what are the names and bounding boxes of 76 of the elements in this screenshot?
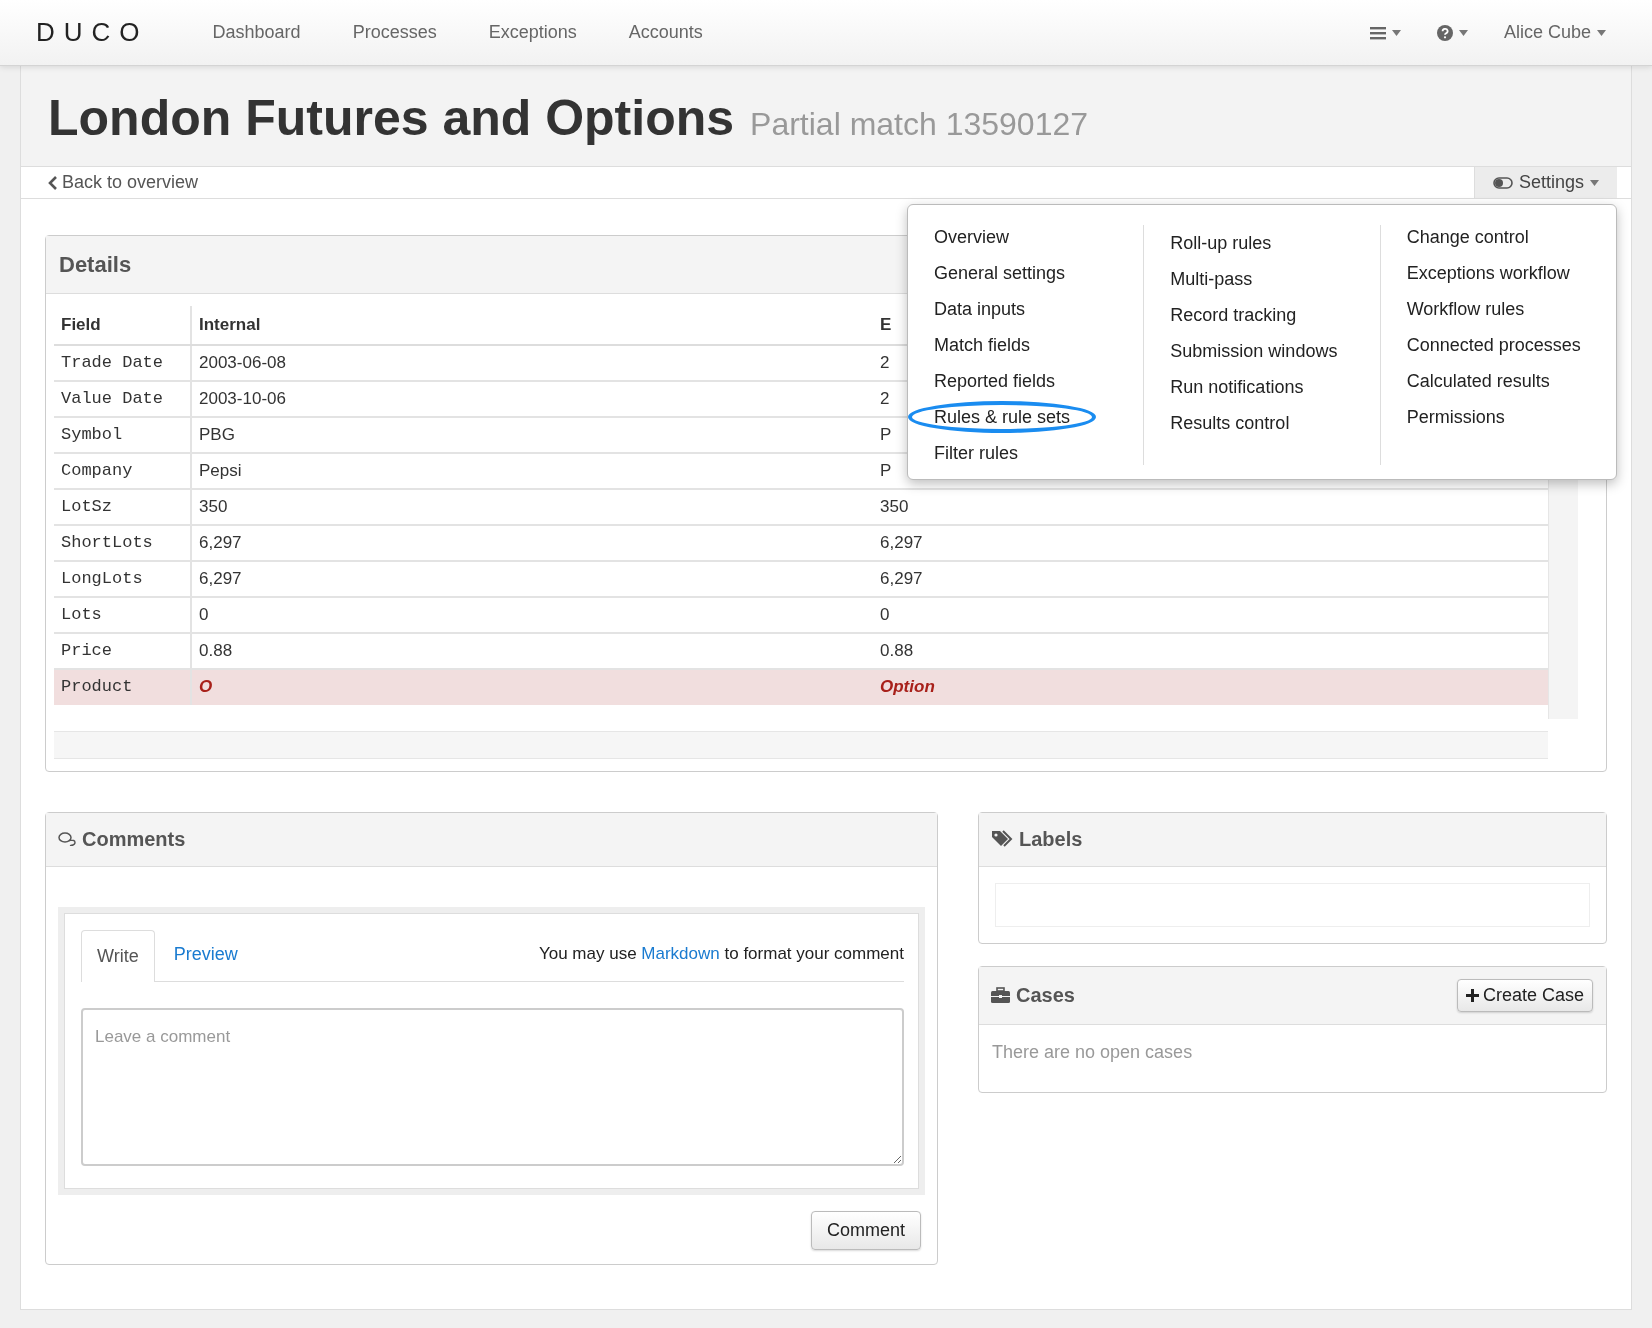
toggle-icon: [1492, 176, 1513, 189]
menu-item[interactable]: Calculated results: [1380, 365, 1576, 397]
column-header: Internal: [191, 306, 873, 345]
empty-message: There are no open cases: [992, 1041, 1193, 1062]
menu-item[interactable]: Record tracking: [1144, 299, 1323, 331]
table-cell: 0: [191, 596, 873, 633]
nav-link[interactable]: Accounts: [602, 19, 729, 46]
table-cell: Trade Date: [54, 344, 191, 381]
nav-link[interactable]: Exceptions: [462, 19, 603, 46]
table-cell: 6,297: [191, 560, 873, 597]
table-cell: 6,297: [873, 524, 1548, 561]
page-subtitle: Partial match 13590127: [750, 105, 1089, 144]
menu-item[interactable]: General settings: [908, 257, 1092, 289]
table-cell: 6,297: [873, 560, 1548, 597]
page-title: London Futures and Options: [48, 89, 735, 148]
table-cell: 0: [873, 596, 1548, 633]
chevron-left-icon: [48, 175, 58, 190]
editor-tab[interactable]: Write: [81, 929, 155, 982]
caret-icon: [1391, 29, 1401, 36]
menu-item[interactable]: Permissions: [1380, 401, 1531, 433]
format-hint: You may use Markdown to format your comment: [538, 943, 904, 966]
menu-item[interactable]: Change control: [1380, 221, 1555, 253]
panel-title: Cases: [1016, 983, 1075, 1008]
panel-title: Labels: [1019, 827, 1083, 852]
menu-item[interactable]: Results control: [1144, 407, 1316, 439]
table-cell: Option: [873, 668, 1548, 705]
menu-item[interactable]: Data inputs: [908, 293, 1052, 325]
markdown-link[interactable]: Markdown: [641, 944, 720, 964]
table-cell: 6,297: [191, 524, 873, 561]
table-cell: ShortLots: [54, 524, 191, 561]
caret-icon: [1590, 179, 1599, 186]
table-cell: 2003-06-08: [191, 344, 873, 381]
table-cell: 350: [873, 488, 1548, 525]
help-icon: [1436, 24, 1453, 41]
comment-field[interactable]: Leave a comment: [81, 1007, 904, 1166]
back-link[interactable]: Back to overview: [48, 167, 199, 198]
create-case-button[interactable]: Create Case: [1456, 978, 1593, 1012]
briefcase-icon: [991, 987, 1010, 1003]
table-cell: LongLots: [54, 560, 191, 597]
table-cell: LotSz: [54, 488, 191, 525]
menu-item[interactable]: Match fields: [908, 329, 1057, 361]
settings-dropdown[interactable]: Settings: [1473, 167, 1617, 198]
table-cell: Product: [54, 668, 191, 705]
menu-item[interactable]: Multi-pass: [1144, 263, 1279, 295]
panel-title: Details: [59, 251, 132, 279]
nav-link[interactable]: Processes: [326, 19, 463, 46]
table-cell: Lots: [54, 596, 191, 633]
nav-link[interactable]: Dashboard: [186, 19, 327, 46]
panel-title: Comments: [82, 827, 186, 852]
brand-logo[interactable]: DUCO: [36, 13, 149, 52]
table-cell: 2003-10-06: [191, 380, 873, 417]
menu-item[interactable]: Connected processes: [1380, 329, 1607, 361]
menu-item[interactable]: Overview: [908, 221, 1035, 253]
comment-button[interactable]: Comment: [810, 1210, 921, 1250]
menu-item[interactable]: Roll-up rules: [1144, 227, 1298, 259]
menu-item[interactable]: Run notifications: [1144, 371, 1330, 403]
menu-item[interactable]: Workflow rules: [1380, 293, 1551, 325]
menu-item[interactable]: Exceptions workflow: [1380, 257, 1596, 289]
menu-item[interactable]: Rules & rule sets: [908, 401, 1097, 433]
table-cell: 350: [191, 488, 873, 525]
table-cell: O: [191, 668, 873, 705]
user-dropdown[interactable]: Alice Cube: [1493, 19, 1616, 46]
menu-icon: [1369, 25, 1386, 40]
table-cell: PBG: [191, 416, 873, 453]
menu-item[interactable]: Reported fields: [908, 365, 1082, 397]
table-cell: Value Date: [54, 380, 191, 417]
table-cell: Pepsi: [191, 452, 873, 489]
caret-icon: [1597, 29, 1606, 36]
table-cell: Symbol: [54, 416, 191, 453]
tags-icon: [991, 830, 1013, 848]
table-cell: Company: [54, 452, 191, 489]
menu-item[interactable]: Submission windows: [1144, 335, 1364, 367]
column-header: Field: [54, 306, 191, 345]
plus-icon: [1465, 988, 1479, 1002]
caret-icon: [1458, 29, 1468, 36]
editor-tab[interactable]: Preview: [154, 927, 257, 981]
